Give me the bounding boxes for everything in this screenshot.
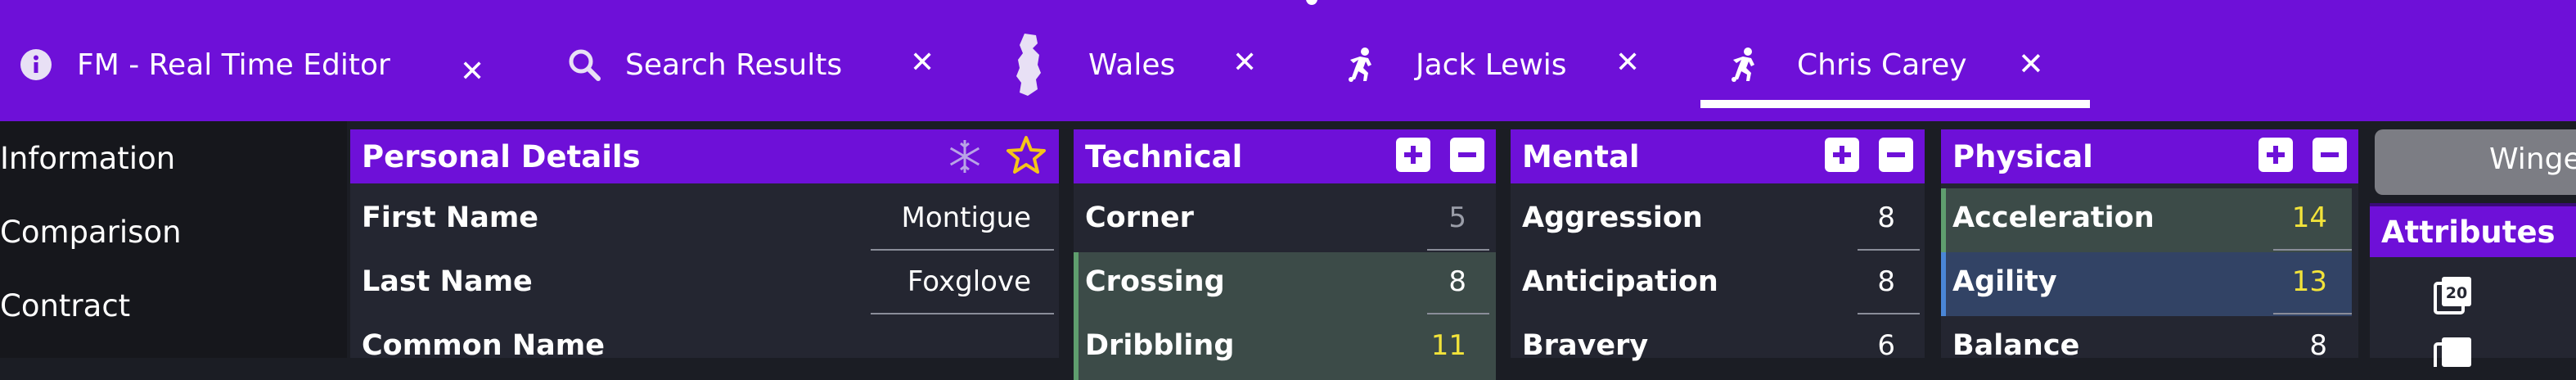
attribute-label: Corner bbox=[1085, 201, 1194, 234]
mental-panel: Mental Aggression 8 Anticipation 8 Brave… bbox=[1511, 129, 1925, 362]
panel-title: Attributes bbox=[2381, 214, 2556, 250]
attribute-label: Agility bbox=[1952, 265, 2057, 298]
panel-header: Physical bbox=[1941, 129, 2358, 183]
close-icon[interactable]: ✕ bbox=[1232, 46, 1257, 79]
tab-bar: FM - Real Time Editor ✕ Search Results ✕… bbox=[0, 0, 2576, 121]
field-label: Common Name bbox=[362, 329, 605, 362]
plus-icon[interactable] bbox=[1396, 138, 1430, 172]
attribute-value[interactable]: 8 bbox=[1877, 201, 1895, 234]
field-underline bbox=[1858, 313, 1920, 314]
field-label: Last Name bbox=[362, 265, 533, 298]
attribute-value[interactable]: 8 bbox=[2309, 329, 2327, 362]
first-name-field[interactable]: Montigue bbox=[901, 201, 1031, 234]
plus-icon[interactable] bbox=[1825, 138, 1859, 172]
attribute-value[interactable]: 14 bbox=[2292, 201, 2327, 234]
attribute-row-corner: Corner 5 bbox=[1074, 188, 1496, 252]
attributes-panel: Attributes 20 bbox=[2370, 203, 2576, 375]
tab-search-results[interactable]: Search Results bbox=[566, 39, 842, 90]
field-underline bbox=[871, 313, 1054, 314]
search-icon bbox=[566, 47, 602, 83]
minus-icon[interactable] bbox=[2313, 138, 2347, 172]
window-indicator-dot bbox=[1306, 0, 1317, 5]
attribute-row-bravery: Bravery 6 bbox=[1511, 316, 1925, 380]
personal-details-panel: Personal Details First Name Montigue Las… bbox=[350, 129, 1059, 362]
close-icon[interactable]: ✕ bbox=[460, 46, 484, 97]
first-name-row: First Name Montigue bbox=[350, 188, 1059, 252]
info-icon bbox=[18, 47, 54, 83]
attribute-row-balance: Balance 8 bbox=[1941, 316, 2358, 380]
field-underline bbox=[2273, 249, 2352, 251]
tab-label: Search Results bbox=[625, 48, 843, 82]
minus-icon[interactable] bbox=[1879, 138, 1913, 172]
tab-label: FM - Real Time Editor bbox=[77, 48, 390, 82]
last-name-field[interactable]: Foxglove bbox=[907, 265, 1031, 298]
panel-header: Technical bbox=[1074, 129, 1496, 183]
sidebar: Information Comparison Contract bbox=[0, 121, 347, 358]
attribute-label: Bravery bbox=[1522, 329, 1649, 362]
sidebar-item-contract[interactable]: Contract bbox=[0, 288, 130, 323]
panel-title: Personal Details bbox=[362, 138, 641, 174]
player-icon bbox=[1342, 47, 1378, 83]
field-underline bbox=[1427, 313, 1489, 314]
svg-text:20: 20 bbox=[2446, 284, 2467, 302]
attribute-scale-20-icon[interactable]: 20 bbox=[2432, 274, 2475, 319]
common-name-row: Common Name bbox=[350, 316, 1059, 380]
field-underline bbox=[1858, 249, 1920, 251]
technical-panel: Technical Corner 5 Crossing 8 Dribbling … bbox=[1074, 129, 1496, 380]
attribute-row-agility: Agility 13 bbox=[1941, 252, 2352, 316]
panel-title: Physical bbox=[1952, 138, 2093, 174]
tab-label: Wales bbox=[1088, 48, 1176, 82]
attribute-scale-10-icon[interactable] bbox=[2432, 334, 2475, 375]
panel-header: Mental bbox=[1511, 129, 1925, 183]
tab-label: Jack Lewis bbox=[1416, 48, 1567, 82]
field-underline bbox=[871, 249, 1054, 251]
plus-icon[interactable] bbox=[2259, 138, 2293, 172]
panel-header: Attributes bbox=[2370, 203, 2576, 257]
attribute-value[interactable]: 13 bbox=[2292, 265, 2327, 298]
attribute-value[interactable]: 5 bbox=[1448, 201, 1466, 234]
attribute-row-acceleration: Acceleration 14 bbox=[1941, 188, 2352, 252]
attribute-label: Crossing bbox=[1085, 265, 1225, 298]
attribute-label: Aggression bbox=[1522, 201, 1703, 234]
attribute-label: Acceleration bbox=[1952, 201, 2155, 234]
tab-fm-real-time-editor[interactable]: FM - Real Time Editor bbox=[18, 39, 390, 90]
attribute-label: Balance bbox=[1952, 329, 2080, 362]
panel-header: Personal Details bbox=[350, 129, 1059, 183]
attribute-value[interactable]: 6 bbox=[1877, 329, 1895, 362]
close-icon[interactable]: ✕ bbox=[2018, 46, 2044, 82]
last-name-row: Last Name Foxglove bbox=[350, 252, 1059, 316]
role-winger-button[interactable]: Winger bbox=[2375, 129, 2576, 195]
attribute-label: Dribbling bbox=[1085, 329, 1235, 362]
sidebar-item-comparison[interactable]: Comparison bbox=[0, 215, 182, 250]
active-tab-indicator bbox=[1700, 100, 2090, 108]
tab-chris-carey[interactable]: Chris Carey bbox=[1725, 39, 1967, 90]
wales-map-icon bbox=[1011, 32, 1047, 97]
attribute-value[interactable]: 11 bbox=[1431, 329, 1466, 362]
field-underline bbox=[2273, 313, 2352, 314]
snowflake-icon[interactable] bbox=[946, 138, 984, 183]
close-icon[interactable]: ✕ bbox=[1615, 46, 1640, 79]
attribute-row-aggression: Aggression 8 bbox=[1511, 188, 1925, 252]
player-icon bbox=[1725, 47, 1761, 83]
attribute-row-dribbling: Dribbling 11 bbox=[1074, 316, 1496, 380]
attribute-row-crossing: Crossing 8 bbox=[1074, 252, 1496, 316]
tab-wales[interactable]: Wales bbox=[1011, 34, 1176, 96]
tab-jack-lewis[interactable]: Jack Lewis bbox=[1342, 39, 1567, 90]
close-icon[interactable]: ✕ bbox=[910, 46, 934, 79]
field-underline bbox=[1427, 249, 1489, 251]
field-label: First Name bbox=[362, 201, 539, 234]
attribute-label: Anticipation bbox=[1522, 265, 1718, 298]
physical-panel: Physical Acceleration 14 Agility 13 Bala… bbox=[1941, 129, 2358, 362]
attribute-value[interactable]: 8 bbox=[1448, 265, 1466, 298]
star-icon[interactable] bbox=[1005, 134, 1047, 184]
tab-label: Chris Carey bbox=[1797, 48, 1967, 82]
attribute-value[interactable]: 8 bbox=[1877, 265, 1895, 298]
attribute-row-anticipation: Anticipation 8 bbox=[1511, 252, 1925, 316]
minus-icon[interactable] bbox=[1450, 138, 1484, 172]
panel-title: Mental bbox=[1522, 138, 1640, 174]
panel-title: Technical bbox=[1085, 138, 1243, 174]
sidebar-item-information[interactable]: Information bbox=[0, 141, 175, 176]
